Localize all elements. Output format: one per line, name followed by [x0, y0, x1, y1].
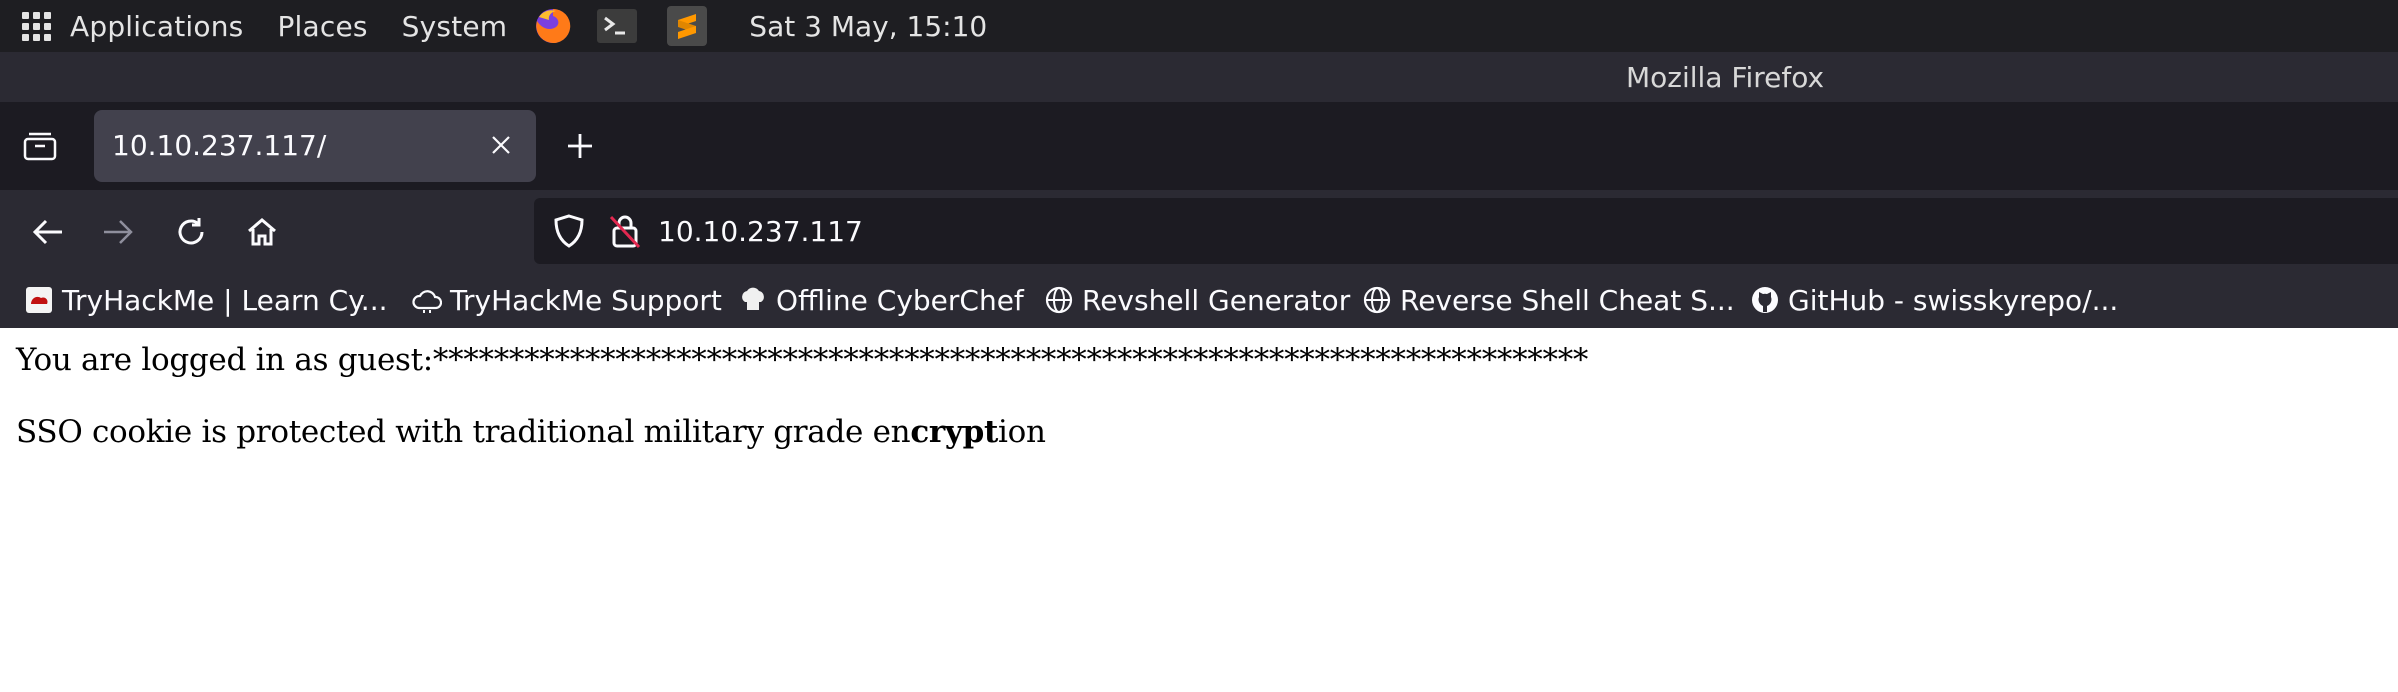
url-text[interactable]: 10.10.237.117	[658, 215, 863, 248]
firefox-icon[interactable]	[533, 6, 573, 46]
tracking-protection-shield-icon[interactable]	[550, 212, 588, 250]
github-icon	[1750, 285, 1780, 315]
chef-hat-icon	[738, 285, 768, 315]
page-content: You are logged in as guest:*************…	[0, 328, 2398, 692]
bookmark-reverse-shell-cheat-sheet[interactable]: Reverse Shell Cheat S...	[1362, 282, 1735, 318]
tab-title: 10.10.237.117/	[112, 129, 327, 162]
insecure-lock-icon[interactable]	[606, 212, 644, 250]
back-icon[interactable]	[26, 210, 70, 254]
system-menu[interactable]: System	[402, 10, 508, 43]
sso-text-suffix: ion	[998, 414, 1046, 450]
firefox-view-icon[interactable]	[20, 126, 60, 166]
cloud-icon	[412, 285, 442, 315]
bookmark-tryhackme[interactable]: TryHackMe | Learn Cy...	[24, 282, 388, 318]
clock[interactable]: Sat 3 May, 15:10	[749, 10, 987, 43]
window-title: Mozilla Firefox	[1626, 61, 1825, 94]
new-tab-icon[interactable]	[560, 126, 600, 166]
sso-text-bold: crypt	[910, 414, 999, 450]
close-tab-icon[interactable]	[484, 128, 518, 162]
bookmark-github-swisskyrepo[interactable]: GitHub - swisskyrepo/...	[1750, 282, 2118, 318]
bookmark-offline-cyberchef[interactable]: Offline CyberChef	[738, 282, 1024, 318]
bookmark-label: Reverse Shell Cheat S...	[1400, 283, 1735, 317]
places-menu[interactable]: Places	[277, 10, 367, 43]
bookmark-label: GitHub - swisskyrepo/...	[1788, 283, 2119, 317]
sso-text-prefix: SSO cookie is protected with traditional…	[16, 414, 911, 450]
bookmark-label: Revshell Generator	[1082, 283, 1351, 317]
sublime-text-icon[interactable]	[667, 6, 708, 46]
url-bar[interactable]: 10.10.237.117	[534, 198, 2398, 264]
apps-grid-icon[interactable]	[20, 10, 52, 42]
top-panel: Applications Places System Sat 3 May, 15…	[0, 0, 2398, 52]
bookmarks-toolbar: TryHackMe | Learn Cy... TryHackMe Suppor…	[0, 272, 2398, 328]
bookmark-revshell-generator[interactable]: Revshell Generator	[1044, 282, 1350, 318]
home-icon[interactable]	[240, 210, 284, 254]
bookmark-tryhackme-support[interactable]: TryHackMe Support	[412, 282, 722, 318]
bookmark-label: TryHackMe Support	[450, 283, 722, 317]
terminal-icon[interactable]	[597, 6, 638, 46]
tab-strip: 10.10.237.117/	[0, 102, 2398, 190]
forward-icon[interactable]	[96, 210, 140, 254]
applications-menu[interactable]: Applications	[70, 10, 243, 43]
tryhackme-icon	[24, 285, 54, 315]
sso-cookie-text: SSO cookie is protected with traditional…	[16, 414, 1046, 450]
tab-active[interactable]: 10.10.237.117/	[94, 110, 536, 182]
globe-icon	[1362, 285, 1392, 315]
login-status-text: You are logged in as guest:*************…	[16, 342, 1589, 378]
reload-icon[interactable]	[169, 210, 213, 254]
bookmark-label: TryHackMe | Learn Cy...	[62, 283, 388, 317]
window-titlebar: Mozilla Firefox	[0, 52, 2398, 102]
nav-bar: 10.10.237.117	[0, 190, 2398, 272]
globe-icon	[1044, 285, 1074, 315]
bookmark-label: Offline CyberChef	[776, 283, 1024, 317]
